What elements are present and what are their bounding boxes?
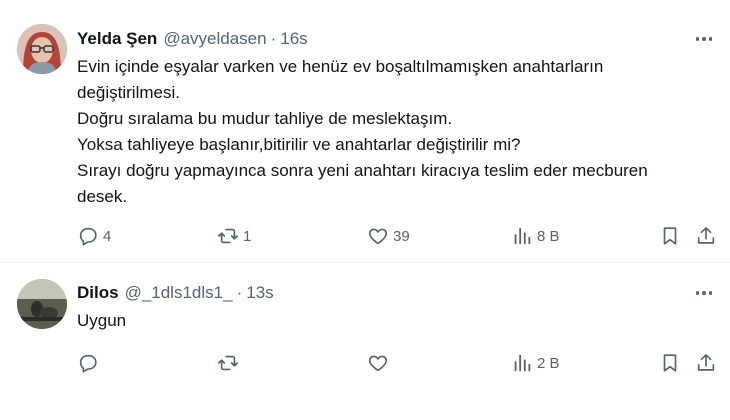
action-bar: 2 B xyxy=(77,350,717,376)
share-icon xyxy=(697,354,715,371)
tweet-header: Dilos @_1dls1dls1_ · 13s xyxy=(77,282,710,304)
reply-icon xyxy=(79,227,97,246)
separator-dot: · xyxy=(236,283,243,302)
heart-icon xyxy=(368,228,388,245)
views-button[interactable]: 8 B xyxy=(511,223,560,249)
author-handle[interactable]: @avyeldasen xyxy=(163,28,266,50)
tweet[interactable]: Dilos @_1dls1dls1_ · 13s Uygun 2 B xyxy=(0,263,730,420)
retweet-icon xyxy=(218,228,238,244)
more-icon[interactable] xyxy=(692,28,716,50)
action-bar: 4 1 39 8 B xyxy=(77,223,717,249)
retweet-count: 1 xyxy=(243,227,252,245)
author-name[interactable]: Yelda Şen xyxy=(77,28,157,50)
tweet[interactable]: Yelda Şen @avyeldasen · 16s Evin içinde … xyxy=(0,0,730,263)
share-icon xyxy=(697,227,715,244)
retweet-button[interactable] xyxy=(217,350,243,376)
reply-button[interactable] xyxy=(77,350,103,376)
share-button[interactable] xyxy=(695,350,717,376)
tweet-header: Yelda Şen @avyeldasen · 16s xyxy=(77,28,710,50)
author-handle[interactable]: @_1dls1dls1_ xyxy=(125,282,233,304)
separator-dot: · xyxy=(270,29,277,48)
author-name[interactable]: Dilos xyxy=(77,282,119,304)
bookmark-button[interactable] xyxy=(659,350,681,376)
avatar[interactable] xyxy=(17,279,67,329)
avatar[interactable] xyxy=(17,24,67,74)
views-icon xyxy=(514,227,531,245)
reply-button[interactable]: 4 xyxy=(77,223,111,249)
share-button[interactable] xyxy=(695,223,717,249)
like-count: 39 xyxy=(393,227,410,245)
bookmark-icon xyxy=(663,354,677,372)
more-icon[interactable] xyxy=(692,282,716,304)
views-button[interactable]: 2 B xyxy=(511,350,560,376)
views-icon xyxy=(514,354,531,372)
reply-count: 4 xyxy=(103,227,112,245)
timestamp[interactable]: 16s xyxy=(280,28,307,50)
retweet-icon xyxy=(218,355,238,371)
bookmark-icon xyxy=(663,227,677,245)
heart-icon xyxy=(368,355,388,372)
like-button[interactable] xyxy=(367,350,393,376)
like-button[interactable]: 39 xyxy=(367,223,410,249)
view-count: 8 B xyxy=(537,227,560,245)
tweet-text: Evin içinde eşyalar varken ve henüz ev b… xyxy=(77,57,648,206)
view-count: 2 B xyxy=(537,354,560,372)
timestamp[interactable]: 13s xyxy=(246,282,273,304)
tweet-text: Uygun xyxy=(77,311,127,330)
reply-icon xyxy=(79,354,97,373)
bookmark-button[interactable] xyxy=(659,223,681,249)
retweet-button[interactable]: 1 xyxy=(217,223,251,249)
